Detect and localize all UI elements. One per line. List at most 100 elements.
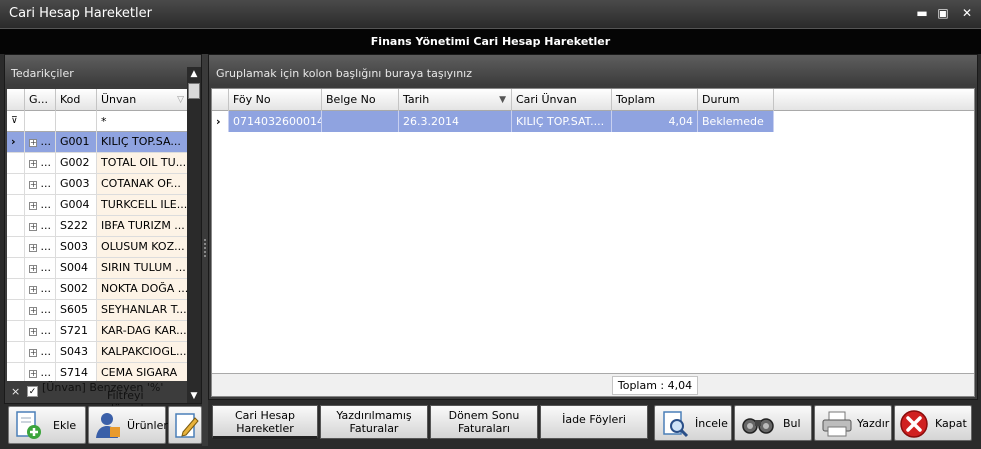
cell-name[interactable]: IBFA TURIZM ... xyxy=(97,216,187,236)
cell-name[interactable]: SEYHANLAR T... xyxy=(97,300,187,320)
products-button[interactable]: Ürünler xyxy=(88,406,168,444)
expand-icon[interactable]: + xyxy=(29,181,37,189)
cell-group[interactable]: + ... xyxy=(25,342,56,362)
filter-cell-name[interactable]: * xyxy=(97,111,187,132)
minimize-icon[interactable]: ▬ xyxy=(914,6,930,20)
cell-name[interactable]: KILIÇ TOP.SA... xyxy=(97,132,187,152)
expand-icon[interactable]: + xyxy=(29,202,37,210)
tab-yazdirilmamis-faturalar[interactable]: Yazdırılmamış Faturalar xyxy=(320,405,428,439)
cell-group[interactable]: + ... xyxy=(25,174,56,194)
cell-group[interactable]: + ... xyxy=(25,321,56,341)
expand-icon[interactable]: + xyxy=(29,307,37,315)
cell-name[interactable]: COTANAK OF... xyxy=(97,174,187,194)
list-item[interactable]: + ... S605 SEYHANLAR T... xyxy=(7,300,187,321)
close-button[interactable]: Kapat xyxy=(894,405,972,441)
expand-icon[interactable]: + xyxy=(29,265,37,273)
cell-code[interactable]: S043 xyxy=(56,342,97,362)
list-item[interactable]: + ... S222 IBFA TURIZM ... xyxy=(7,216,187,237)
expand-icon[interactable]: + xyxy=(29,286,37,294)
filter-cell-code[interactable] xyxy=(56,111,97,132)
cell-code[interactable]: S721 xyxy=(56,321,97,341)
cell-cari-unvan[interactable]: KILIÇ TOP.SAT.... xyxy=(512,111,612,132)
tab-iade-foyleri[interactable]: İade Föyleri xyxy=(540,405,648,439)
expand-icon[interactable]: + xyxy=(29,328,37,336)
cell-code[interactable]: G002 xyxy=(56,153,97,173)
list-item[interactable]: + ... S002 NOKTA DOĞA ... xyxy=(7,279,187,300)
cell-code[interactable]: S002 xyxy=(56,279,97,299)
cell-name[interactable]: TURKCELL ILE... xyxy=(97,195,187,215)
list-item[interactable]: + ... G002 TOTAL OIL TU... xyxy=(7,153,187,174)
cell-name[interactable]: CEMA SIGARA xyxy=(97,363,187,383)
scroll-down-icon[interactable]: ▼ xyxy=(187,389,201,403)
cell-code[interactable]: S222 xyxy=(56,216,97,236)
list-item[interactable]: › + ... G001 KILIÇ TOP.SA... xyxy=(7,132,187,153)
cell-group[interactable]: + ... xyxy=(25,237,56,257)
scroll-up-icon[interactable]: ▲ xyxy=(187,67,201,81)
cell-code[interactable]: S714 xyxy=(56,363,97,383)
cell-foy-no[interactable]: 0714032600014 xyxy=(229,111,322,132)
list-item[interactable]: + ... G003 COTANAK OF... xyxy=(7,174,187,195)
print-button[interactable]: Yazdır xyxy=(814,405,892,441)
expand-icon[interactable]: + xyxy=(29,223,37,231)
column-header-belge-no[interactable]: Belge No xyxy=(322,89,399,111)
cell-group[interactable]: + ... xyxy=(25,195,56,215)
cell-group[interactable]: + ... xyxy=(25,258,56,278)
cell-group[interactable]: + ... xyxy=(25,300,56,320)
add-button[interactable]: Ekle xyxy=(8,406,86,444)
expand-icon[interactable]: + xyxy=(29,160,37,168)
cell-group[interactable]: + ... xyxy=(25,153,56,173)
cell-group[interactable]: + ... xyxy=(25,279,56,299)
filter-icon[interactable]: ▽ xyxy=(177,89,184,111)
filter-cell-group[interactable] xyxy=(25,111,56,132)
list-item[interactable]: + ... S721 KAR-DAG KAR... xyxy=(7,321,187,342)
column-header-cari-unvan[interactable]: Cari Ünvan xyxy=(512,89,612,111)
cell-name[interactable]: KAR-DAG KAR... xyxy=(97,321,187,341)
column-header-tarih[interactable]: Tarih ▼ xyxy=(399,89,512,111)
find-button[interactable]: Bul xyxy=(734,405,812,441)
cell-group[interactable]: + ... xyxy=(25,132,56,152)
inspect-button[interactable]: İncele xyxy=(654,405,732,441)
expand-icon[interactable]: + xyxy=(29,370,37,378)
cell-durum[interactable]: Beklemede xyxy=(698,111,774,132)
expand-icon[interactable]: + xyxy=(29,244,37,252)
suppliers-scrollbar[interactable]: ▲ ▼ xyxy=(187,67,201,403)
cell-name[interactable]: KALPAKCIOGL... xyxy=(97,342,187,362)
cell-group[interactable]: + ... xyxy=(25,363,56,383)
expand-icon[interactable]: + xyxy=(29,139,37,147)
cell-belge-no[interactable] xyxy=(322,111,399,132)
cell-toplam[interactable]: 4,04 xyxy=(612,111,698,132)
filter-enabled-checkbox[interactable]: ✓ xyxy=(27,386,38,397)
column-header-code[interactable]: Kod xyxy=(56,89,97,111)
close-icon[interactable]: ✕ xyxy=(959,6,975,20)
cell-name[interactable]: NOKTA DOĞA ... xyxy=(97,279,187,299)
clear-filter-icon[interactable]: × xyxy=(11,385,20,398)
cell-code[interactable]: G001 xyxy=(56,132,97,152)
table-row[interactable]: › 0714032600014 26.3.2014 KILIÇ TOP.SAT.… xyxy=(212,111,974,132)
cell-name[interactable]: SIRIN TULUM ... xyxy=(97,258,187,278)
cell-name[interactable]: TOTAL OIL TU... xyxy=(97,153,187,173)
column-header-name[interactable]: Ünvan ▽ xyxy=(97,89,187,111)
cell-code[interactable]: G003 xyxy=(56,174,97,194)
list-item[interactable]: + ... S004 SIRIN TULUM ... xyxy=(7,258,187,279)
maximize-icon[interactable]: ▣ xyxy=(935,6,951,20)
edit-button[interactable] xyxy=(168,406,202,444)
cell-code[interactable]: S003 xyxy=(56,237,97,257)
cell-code[interactable]: G004 xyxy=(56,195,97,215)
cell-code[interactable]: S004 xyxy=(56,258,97,278)
cell-tarih[interactable]: 26.3.2014 xyxy=(399,111,512,132)
expand-icon[interactable]: + xyxy=(29,349,37,357)
column-header-durum[interactable]: Durum xyxy=(698,89,774,111)
cell-group[interactable]: + ... xyxy=(25,216,56,236)
cell-name[interactable]: OLUSUM KOZ... xyxy=(97,237,187,257)
column-header-toplam[interactable]: Toplam xyxy=(612,89,698,111)
tab-cari-hesap-hareketler[interactable]: Cari Hesap Hareketler xyxy=(212,405,318,439)
column-header-group[interactable]: G... xyxy=(25,89,56,111)
list-item[interactable]: + ... S003 OLUSUM KOZ... xyxy=(7,237,187,258)
tab-donem-sonu-faturalari[interactable]: Dönem Sonu Faturaları xyxy=(430,405,538,439)
list-item[interactable]: + ... S043 KALPAKCIOGL... xyxy=(7,342,187,363)
column-header-foy-no[interactable]: Föy No xyxy=(229,89,322,111)
cell-code[interactable]: S605 xyxy=(56,300,97,320)
scroll-thumb[interactable] xyxy=(188,83,200,99)
list-item[interactable]: + ... G004 TURKCELL ILE... xyxy=(7,195,187,216)
grid-footer: Toplam : 4,04 xyxy=(212,373,974,396)
